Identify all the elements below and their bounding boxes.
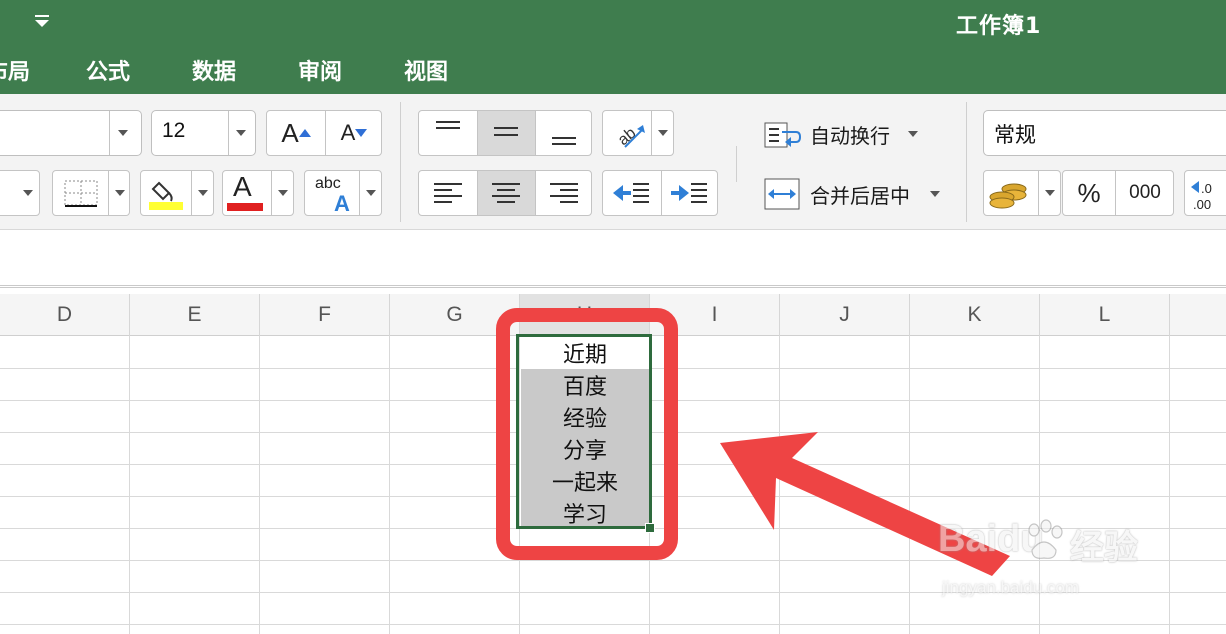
font-size-buttons: A A (266, 110, 382, 156)
fill-color-swatch (149, 202, 183, 210)
chevron-down-icon (1045, 190, 1055, 196)
font-size-value: 12 (162, 119, 186, 142)
percent-button[interactable]: % (1063, 171, 1115, 215)
indent-group (602, 170, 718, 216)
chevron-down-icon (366, 190, 376, 196)
number-format-value: 常规 (994, 123, 1036, 147)
align-right-button[interactable] (535, 171, 592, 215)
merge-center-label: 合并后居中 (810, 184, 910, 208)
svg-text:.00: .00 (1193, 197, 1211, 211)
shrink-font-button[interactable]: A (326, 111, 382, 155)
wrap-text-icon (764, 122, 802, 148)
tab-view[interactable]: 视图 (404, 54, 448, 86)
chevron-down-icon (118, 130, 128, 136)
borders-button[interactable] (52, 170, 130, 216)
vertical-align-group (418, 110, 592, 156)
align-middle-button[interactable] (477, 111, 535, 155)
cell-h5[interactable]: 分享 (520, 433, 650, 465)
triangle-up-icon (298, 129, 311, 137)
decrease-indent-button[interactable] (603, 171, 661, 215)
phonetic-guide-button[interactable]: abc A (304, 170, 382, 216)
column-header-i[interactable]: I (650, 294, 780, 336)
worksheet-grid[interactable]: D E F G H I J K L 近期 百度 经验 分享 一起来 学习 (0, 294, 1226, 634)
number-style-group: % 000 (1062, 170, 1174, 216)
currency-button[interactable] (983, 170, 1061, 216)
svg-text:A: A (334, 193, 350, 213)
title-bar: 工作簿1 布局 公式 数据 审阅 视图 (0, 0, 1226, 94)
column-header-e[interactable]: E (130, 294, 260, 336)
cell-h4[interactable]: 经验 (520, 401, 650, 433)
horizontal-align-group (418, 170, 592, 216)
align-right-icon (550, 183, 578, 203)
ribbon: 12 A A A abc A ab 自动换行 合并后居中 常规 % 000 .0… (0, 94, 1226, 230)
chevron-down-icon (658, 130, 668, 136)
font-size-combobox[interactable]: 12 (151, 110, 256, 156)
merge-center-icon (764, 178, 800, 210)
chevron-down-icon (23, 190, 33, 196)
wrap-text-button[interactable]: 自动换行 (762, 116, 932, 152)
column-header-d[interactable]: D (0, 294, 130, 336)
decrease-indent-icon (613, 183, 649, 203)
cell-h2[interactable]: 近期 (520, 337, 650, 369)
number-format-combobox[interactable]: 常规 (983, 110, 1226, 156)
paint-bucket-icon (149, 181, 183, 210)
wrap-text-label: 自动换行 (810, 124, 890, 148)
column-header-row: D E F G H I J K L (0, 294, 1226, 336)
align-middle-icon (494, 127, 518, 136)
tab-formulas[interactable]: 公式 (86, 54, 130, 86)
cell-h6[interactable]: 一起来 (520, 465, 650, 497)
column-header-h[interactable]: H (520, 294, 650, 336)
tab-data[interactable]: 数据 (192, 54, 236, 86)
fill-handle[interactable] (645, 523, 655, 533)
borders-icon (64, 180, 98, 207)
letter-a-blue-icon: A (334, 193, 350, 213)
cell-h7[interactable]: 学习 (520, 497, 650, 529)
chevron-down-icon (198, 190, 208, 196)
chevron-down-icon (115, 190, 125, 196)
align-left-icon (434, 183, 462, 203)
svg-text:.0: .0 (1201, 181, 1212, 196)
chevron-down-icon (236, 130, 246, 136)
font-name-combobox[interactable] (0, 110, 142, 156)
font-color-swatch (227, 203, 263, 211)
cell-h3[interactable]: 百度 (520, 369, 650, 401)
column-header-l[interactable]: L (1040, 294, 1170, 336)
align-center-icon (492, 183, 520, 203)
thousands-separator-button[interactable]: 000 (1116, 171, 1174, 215)
column-header-k[interactable]: K (910, 294, 1040, 336)
chevron-down-icon (930, 191, 940, 197)
coins-icon (989, 183, 1027, 209)
align-top-icon (436, 121, 460, 129)
align-left-button[interactable] (419, 171, 477, 215)
grow-font-button[interactable]: A (267, 111, 325, 155)
fill-color-button[interactable] (140, 170, 214, 216)
chevron-down-icon (908, 131, 918, 137)
increase-indent-icon (671, 183, 707, 203)
align-bottom-icon (552, 137, 576, 145)
triangle-down-icon (355, 129, 368, 137)
underline-button[interactable] (0, 170, 40, 216)
formula-bar[interactable] (0, 236, 1226, 288)
increase-decimal-icon: .0 .00 (1191, 181, 1212, 211)
tab-layout[interactable]: 布局 (0, 54, 30, 86)
orientation-button[interactable]: ab (602, 110, 674, 156)
chevron-down-icon (278, 190, 288, 196)
text-orientation-icon: ab (615, 125, 645, 149)
column-header-j[interactable]: J (780, 294, 910, 336)
align-bottom-button[interactable] (535, 111, 592, 155)
merge-center-button[interactable]: 合并后居中 (762, 176, 952, 212)
align-top-button[interactable] (419, 111, 477, 155)
column-header-g[interactable]: G (390, 294, 520, 336)
document-title: 工作簿1 (956, 14, 1042, 39)
increase-indent-button[interactable] (662, 171, 718, 215)
font-color-button[interactable]: A (222, 170, 294, 216)
increase-decimal-button[interactable]: .0 .00 (1184, 170, 1226, 216)
quick-access-dropdown-icon[interactable] (33, 12, 51, 30)
column-header-f[interactable]: F (260, 294, 390, 336)
align-center-button[interactable] (477, 171, 535, 215)
tab-review[interactable]: 审阅 (298, 54, 342, 86)
